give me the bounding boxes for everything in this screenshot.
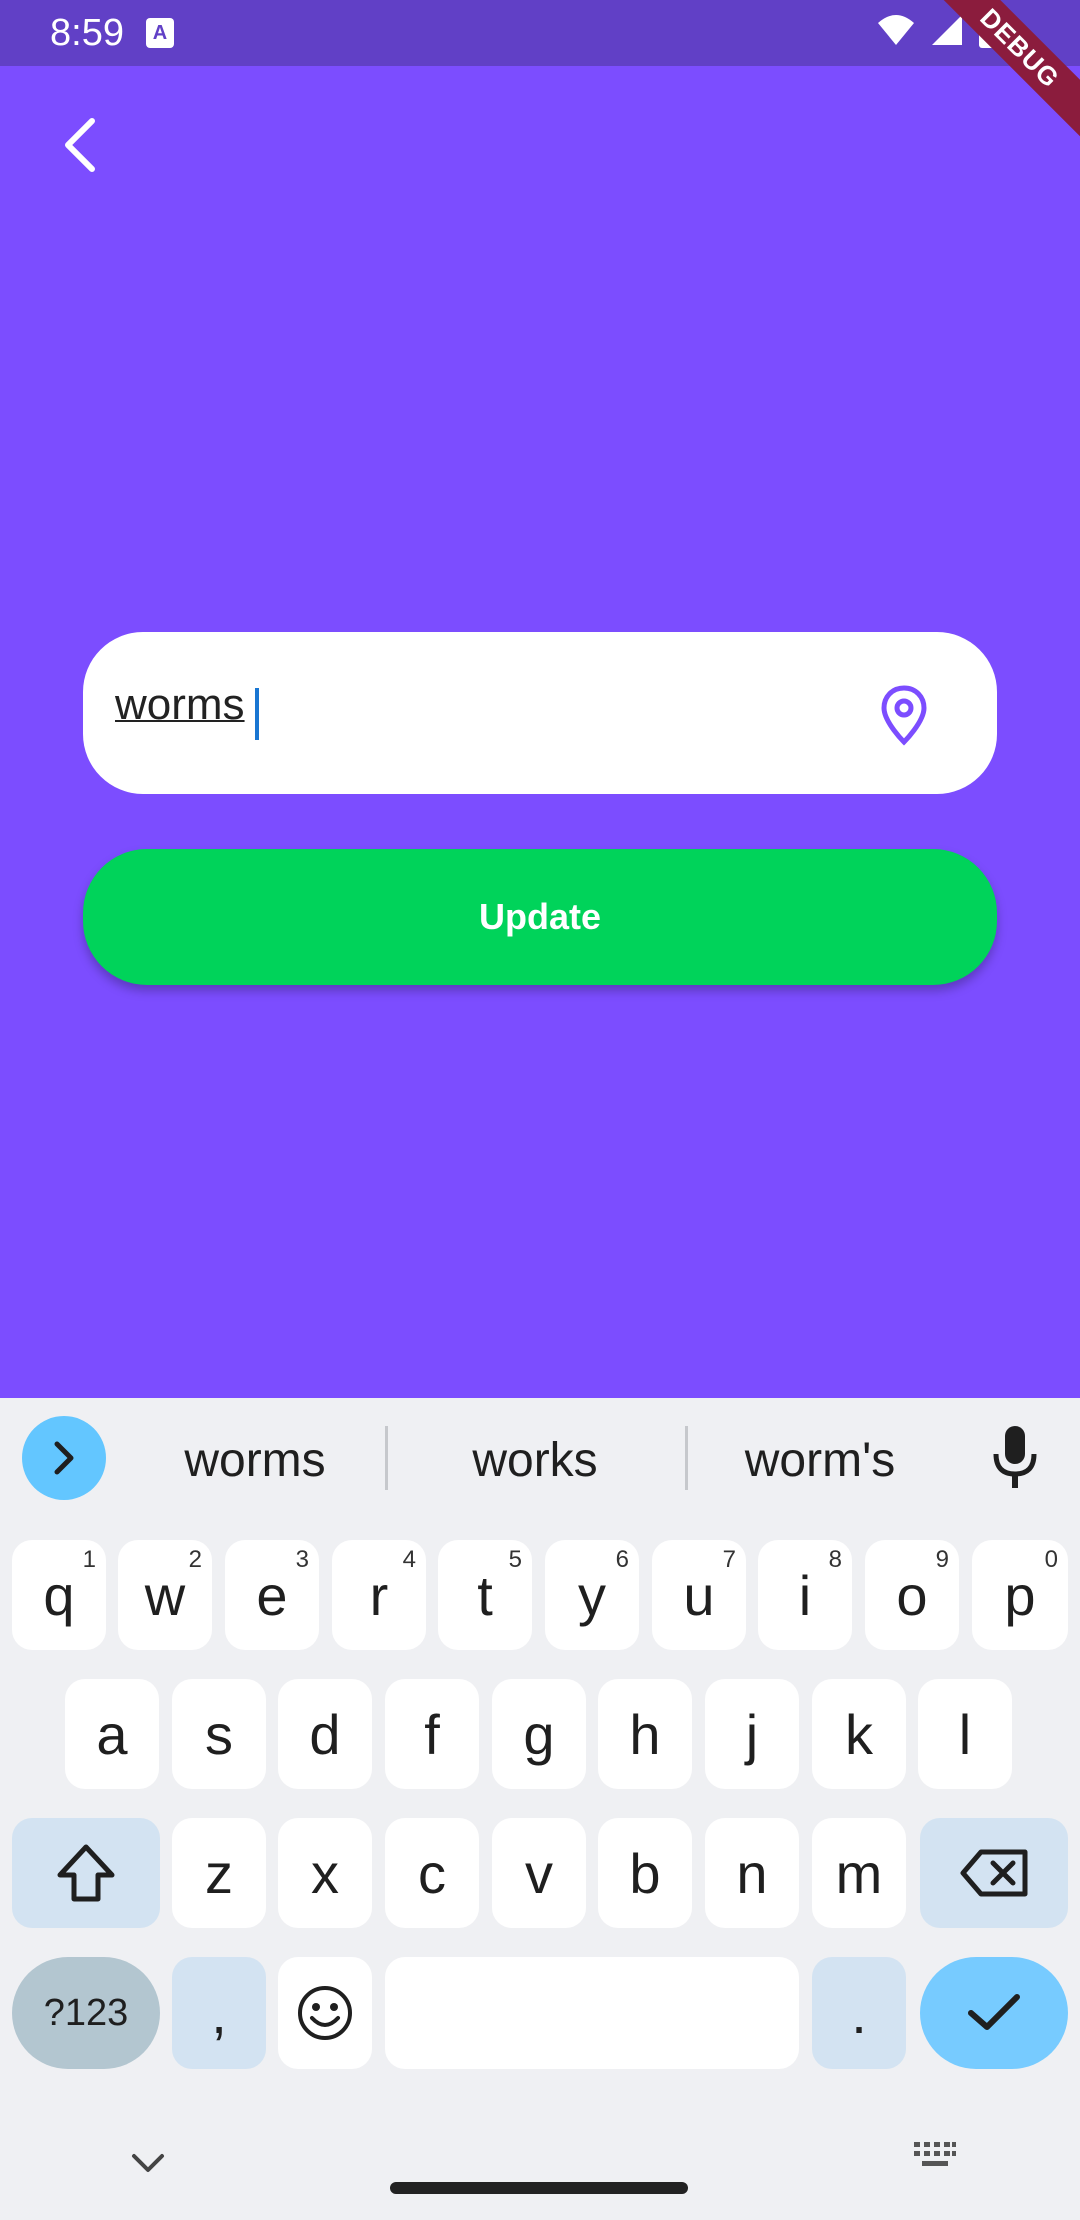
status-bar: 8:59 A DEBUG xyxy=(0,0,1080,147)
key-e[interactable]: e3 xyxy=(225,1540,319,1650)
chevron-right-icon xyxy=(54,1441,74,1475)
key-u[interactable]: u7 xyxy=(652,1540,746,1650)
hide-keyboard-chevron-icon[interactable] xyxy=(130,2152,166,2176)
key-i[interactable]: i8 xyxy=(758,1540,852,1650)
comma-key[interactable]: , xyxy=(172,1957,266,2069)
suggestion-bar: worms works worm's xyxy=(0,1398,1080,1528)
suggestion-divider xyxy=(385,1426,388,1490)
key-m[interactable]: m xyxy=(812,1818,906,1928)
key-l[interactable]: l xyxy=(918,1679,1012,1789)
key-z[interactable]: z xyxy=(172,1818,266,1928)
checkmark-icon xyxy=(968,1994,1020,2030)
key-y[interactable]: y6 xyxy=(545,1540,639,1650)
expand-toolbar-button[interactable] xyxy=(22,1416,106,1500)
key-q[interactable]: q1 xyxy=(12,1540,106,1650)
period-key[interactable]: . xyxy=(812,1957,906,2069)
update-button[interactable]: Update xyxy=(83,849,997,985)
app-notification-icon: A xyxy=(146,18,174,48)
emoji-key[interactable] xyxy=(278,1957,372,2069)
key-a[interactable]: a xyxy=(65,1679,159,1789)
city-search-field[interactable]: worms xyxy=(83,632,997,794)
soft-keyboard: worms works worm's q1 w2 e3 r4 t5 y6 u7 … xyxy=(0,1398,1080,2220)
key-h[interactable]: h xyxy=(598,1679,692,1789)
microphone-icon[interactable] xyxy=(990,1424,1040,1490)
city-input[interactable]: worms xyxy=(115,680,245,730)
backspace-key[interactable] xyxy=(920,1818,1068,1928)
key-d[interactable]: d xyxy=(278,1679,372,1789)
key-j[interactable]: j xyxy=(705,1679,799,1789)
backspace-icon xyxy=(960,1849,1028,1897)
key-n[interactable]: n xyxy=(705,1818,799,1928)
suggestion-2[interactable]: works xyxy=(420,1433,650,1488)
key-b[interactable]: b xyxy=(598,1818,692,1928)
suggestion-divider xyxy=(685,1426,688,1490)
back-button[interactable] xyxy=(50,110,110,180)
key-s[interactable]: s xyxy=(172,1679,266,1789)
key-v[interactable]: v xyxy=(492,1818,586,1928)
back-arrow-icon xyxy=(65,118,95,172)
key-x[interactable]: x xyxy=(278,1818,372,1928)
key-r[interactable]: r4 xyxy=(332,1540,426,1650)
status-time: 8:59 xyxy=(50,12,124,54)
suggestion-1[interactable]: worms xyxy=(140,1433,370,1488)
key-p[interactable]: p0 xyxy=(972,1540,1068,1650)
home-gesture-bar[interactable] xyxy=(390,2182,688,2194)
enter-key[interactable] xyxy=(920,1957,1068,2069)
space-key[interactable] xyxy=(385,1957,799,2069)
keyboard-switch-icon[interactable] xyxy=(912,2140,958,2170)
text-cursor xyxy=(255,688,259,740)
emoji-icon xyxy=(298,1986,352,2040)
key-w[interactable]: w2 xyxy=(118,1540,212,1650)
cell-signal-icon xyxy=(932,15,962,45)
key-k[interactable]: k xyxy=(812,1679,906,1789)
key-c[interactable]: c xyxy=(385,1818,479,1928)
shift-arrow-icon xyxy=(57,1844,115,1902)
key-o[interactable]: o9 xyxy=(865,1540,959,1650)
wifi-icon xyxy=(878,15,914,45)
key-t[interactable]: t5 xyxy=(438,1540,532,1650)
suggestion-3[interactable]: worm's xyxy=(705,1433,935,1488)
symbols-key[interactable]: ?123 xyxy=(12,1957,160,2069)
key-f[interactable]: f xyxy=(385,1679,479,1789)
key-g[interactable]: g xyxy=(492,1679,586,1789)
location-pin-icon[interactable] xyxy=(879,684,929,746)
shift-key[interactable] xyxy=(12,1818,160,1928)
